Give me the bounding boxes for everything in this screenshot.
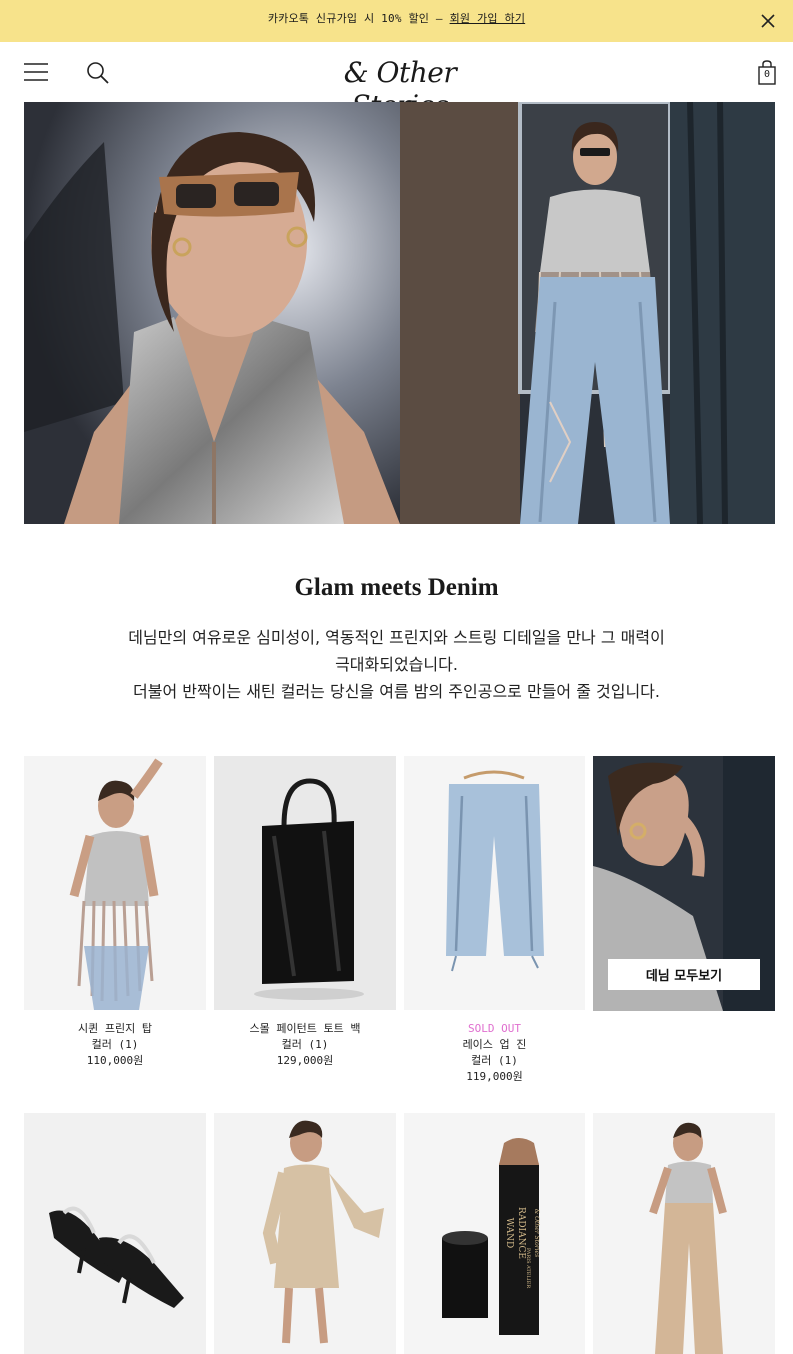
description-line: 데님만의 여유로운 심미성이, 역동적인 프린지와 스트링 디테일을 만나 그 … [128,628,665,647]
description-line: 극대화되었습니다. [335,655,458,674]
product-name[interactable]: 시퀸 프린지 탑 [24,1021,206,1037]
brand-logo[interactable]: & Other Stories [300,52,500,122]
product-name[interactable]: 스몰 페이턴트 토트 백 [214,1021,396,1037]
signup-link[interactable]: 회원 가입 하기 [450,12,526,25]
product-name[interactable]: 레이스 업 진 [404,1037,585,1053]
product-info: SOLD OUT 레이스 업 진 컬러 (1) 119,000원 [404,1021,585,1085]
product-color-count: 컬러 (1) [471,1054,518,1067]
product-image-radiance-wand[interactable]: RADIANCE WAND PARIS ATELIER & Other Stor… [404,1113,585,1354]
feature-description: 데님만의 여유로운 심미성이, 역동적인 프린지와 스트링 디테일을 만나 그 … [80,624,713,705]
product-image-sequin-top[interactable] [24,756,206,1010]
product-photo [593,1113,775,1354]
product-image-tailored-trousers[interactable] [593,1113,775,1354]
product-image-patent-tote[interactable] [214,756,396,1010]
editorial-image-denim: 데님 모두보기 [593,756,775,1011]
feature-title: Glam meets Denim [294,574,499,601]
package-text-line4: & Other Stories [533,1209,540,1257]
product-image-satin-dress[interactable] [214,1113,396,1354]
product-photo: RADIANCE WAND PARIS ATELIER & Other Stor… [404,1113,585,1354]
hero-image-full-look [400,102,775,524]
search-icon[interactable] [86,61,110,85]
description-line: 더불어 반짝이는 새틴 컬러는 당신을 여름 밤의 주인공으로 만들어 줄 것입… [133,682,660,701]
package-text-line2: WAND [504,1218,514,1248]
product-image-embellished-mules[interactable] [24,1113,206,1354]
product-photo [24,1113,206,1354]
product-info: 시퀸 프린지 탑 컬러 (1) 110,000원 [24,1021,206,1069]
product-price: 110,000원 [86,1054,144,1067]
product-photo [214,756,396,1010]
product-price: 119,000원 [466,1070,523,1083]
hero-banner[interactable] [24,102,775,524]
view-all-denim-button[interactable]: 데님 모두보기 [608,959,760,990]
shopping-bag-button[interactable]: 0 [757,60,777,86]
product-color-count: 컬러 (1) [281,1038,329,1051]
product-price: 129,000원 [276,1054,334,1067]
product-image-lace-up-jeans[interactable] [404,756,585,1010]
product-info: 스몰 페이턴트 토트 백 컬러 (1) 129,000원 [214,1021,396,1069]
promo-banner: 카카오톡 신규가입 시 10% 할인 – 회원 가입 하기 [0,0,793,42]
promo-text: 카카오톡 신규가입 시 10% 할인 – [267,12,450,25]
product-color-count: 컬러 (1) [91,1038,139,1051]
close-icon[interactable] [759,12,777,30]
product-photo [404,756,585,1010]
bag-count: 0 [763,69,771,80]
sold-out-badge: SOLD OUT [468,1022,521,1035]
package-text-line3: PARIS ATELIER [525,1248,531,1289]
promo-message: 카카오톡 신규가입 시 10% 할인 – 회원 가입 하기 [0,10,793,26]
hamburger-menu-icon[interactable] [24,62,48,82]
hero-image-portrait [24,102,400,524]
product-photo [24,756,206,1010]
package-text-line1: RADIANCE [516,1207,526,1259]
site-header: & Other Stories 0 [0,42,793,122]
product-photo [214,1113,396,1354]
